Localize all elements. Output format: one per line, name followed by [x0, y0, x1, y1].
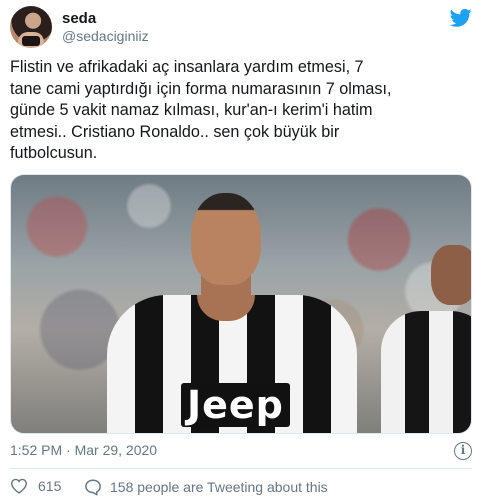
like-button[interactable]: 615 [10, 478, 61, 494]
photo-player: Jeep [89, 183, 369, 433]
second-player-head [431, 245, 471, 305]
tweet-actions: 615 158 people are Tweeting about this [10, 476, 472, 498]
people-tweeting-text: 158 people are Tweeting about this [110, 479, 328, 495]
shirt-sponsor-text: Jeep [181, 383, 290, 427]
avatar[interactable] [10, 6, 52, 48]
photo-second-player [381, 245, 471, 433]
tweet-card: seda @sedaciginiiz Flistin ve afrikadaki… [0, 0, 482, 500]
speech-bubble-icon [85, 479, 101, 496]
player-head [191, 193, 261, 285]
like-count: 615 [38, 478, 62, 494]
user-name[interactable]: seda [62, 10, 96, 27]
people-tweeting-link[interactable]: 158 people are Tweeting about this [84, 478, 328, 496]
tweet-timestamp[interactable]: 1:52 PM · Mar 29, 2020 [10, 442, 157, 458]
divider [10, 468, 472, 469]
twitter-bird-icon[interactable] [450, 8, 472, 28]
tweet-text: Flistin ve afrikadaki aç insanlara yardı… [10, 58, 392, 162]
heart-icon [10, 478, 28, 494]
second-player-shirt [381, 311, 471, 433]
tweet-photo[interactable]: Jeep [10, 174, 472, 434]
avatar-figure-top [22, 36, 40, 46]
tweet-header: seda @sedaciginiiz [10, 6, 472, 48]
user-handle[interactable]: @sedaciginiiz [62, 28, 149, 44]
info-icon[interactable]: i [454, 442, 472, 460]
